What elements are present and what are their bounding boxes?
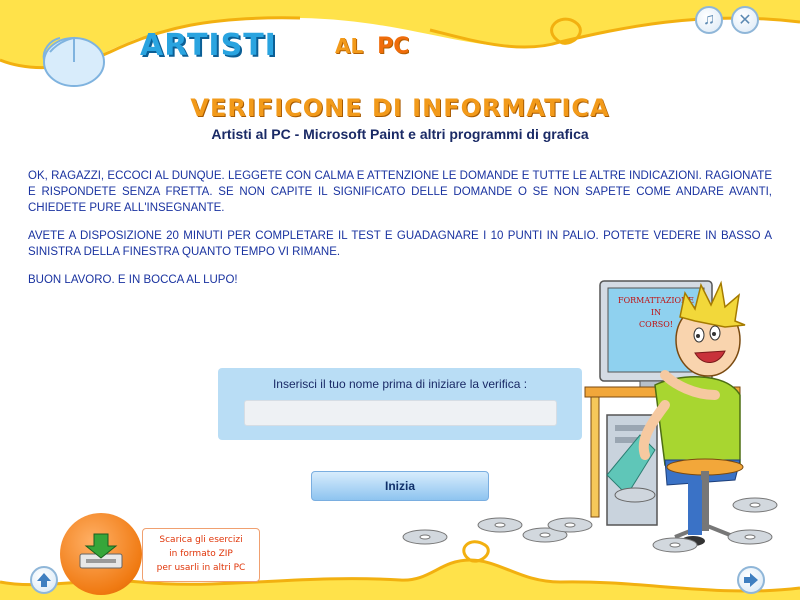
close-icon: ✕ xyxy=(738,12,752,29)
arrow-right-icon xyxy=(744,573,758,587)
music-note-icon: ♫ xyxy=(703,11,715,28)
download-icon xyxy=(79,533,123,569)
screen-text-2: IN xyxy=(651,308,661,317)
page-title: VERIFICONE DI INFORMATICA xyxy=(190,94,610,122)
page-subtitle: Artisti al PC - Microsoft Paint e altri … xyxy=(211,126,589,142)
instructions-paragraph-1: OK, RAGAZZI, ECCOCI AL DUNQUE. LEGGETE C… xyxy=(28,170,772,214)
logo-al-pc: AL PC xyxy=(335,34,409,59)
audio-button[interactable]: ♫ xyxy=(695,6,723,34)
logo-artisti: ARTISTI xyxy=(140,28,277,63)
next-button[interactable] xyxy=(737,566,765,594)
previous-button[interactable] xyxy=(30,566,58,594)
student-name-input[interactable] xyxy=(244,400,557,426)
download-zip-card[interactable]: Scarica gli esercizi in formato ZIP per … xyxy=(142,528,260,582)
download-line-3: per usarli in altri PC xyxy=(156,563,246,573)
download-line-2: in formato ZIP xyxy=(169,549,233,559)
download-line-1: Scarica gli esercizi xyxy=(159,535,243,545)
arrow-up-icon xyxy=(37,573,51,587)
instructions-paragraph-2: AVETE A DISPOSIZIONE 20 MINUTI PER COMPL… xyxy=(28,230,772,258)
screen-text-3: CORSO! xyxy=(639,320,673,329)
name-entry-panel: Inserisci il tuo nome prima di iniziare … xyxy=(218,368,582,440)
start-button[interactable]: Inizia xyxy=(311,471,489,501)
name-entry-label: Inserisci il tuo nome prima di iniziare … xyxy=(272,377,528,391)
logo-al: AL xyxy=(335,34,364,58)
close-button[interactable]: ✕ xyxy=(731,6,759,34)
mouse-icon xyxy=(42,36,105,87)
logo-pc: PC xyxy=(377,34,410,59)
